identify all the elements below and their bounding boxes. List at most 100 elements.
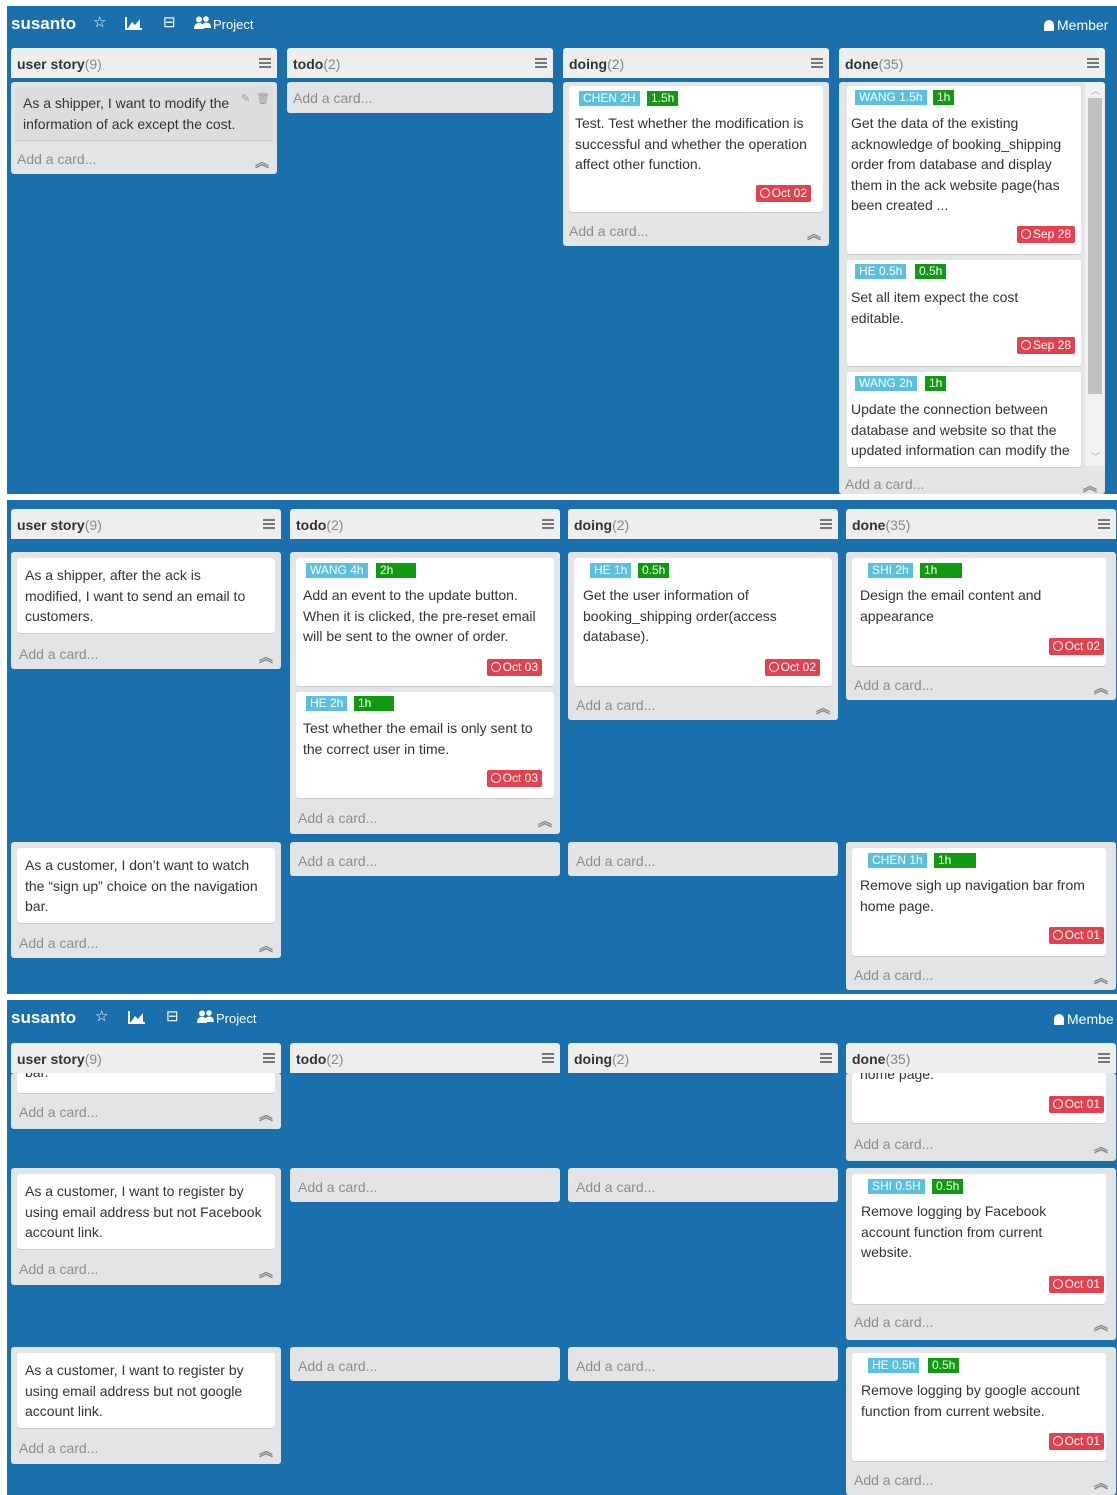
task-card[interactable]: HE 1h 0.5h Get the user information of b…	[574, 558, 832, 686]
add-card-link[interactable]: Add a card...	[19, 1440, 98, 1456]
add-card-link[interactable]: Add a card...	[17, 151, 96, 167]
project-button[interactable]: Project	[216, 1011, 256, 1026]
collapse-icon[interactable]: ︽	[259, 647, 273, 667]
add-card-link[interactable]: Add a card...	[19, 935, 98, 951]
column-menu-icon[interactable]	[535, 58, 547, 68]
board-title[interactable]: susanto	[11, 14, 76, 34]
clock-icon	[1052, 1099, 1063, 1109]
add-card-link[interactable]: Add a card...	[576, 697, 655, 713]
chart-icon[interactable]	[128, 1010, 146, 1028]
add-card-link[interactable]: Add a card...	[845, 476, 924, 492]
board-icon[interactable]: ⊟	[166, 1009, 179, 1025]
task-card[interactable]: WANG 1.5h 1h Get the data of the existin…	[847, 86, 1081, 254]
column-menu-icon[interactable]	[542, 519, 554, 529]
task-card[interactable]: HE 2h 1h Test whether the email is only …	[296, 692, 554, 798]
card-text: Test whether the email is only sent to t…	[303, 720, 533, 757]
project-button[interactable]: Project	[213, 17, 253, 32]
column-menu-icon[interactable]	[263, 519, 275, 529]
column-menu-icon[interactable]	[811, 58, 823, 68]
collapse-icon[interactable]: ︽	[259, 936, 273, 956]
task-card[interactable]: CHEN 2H 1.5h Test. Test whether the modi…	[569, 86, 823, 212]
board-icon[interactable]: ⊟	[163, 15, 176, 31]
collapse-icon[interactable]: ︽	[1094, 968, 1108, 988]
column-menu-icon[interactable]	[820, 519, 832, 529]
due-badge: Oct 01	[1048, 1096, 1104, 1113]
card-list: SHI 2h 1h Design the email content and a…	[846, 552, 1116, 700]
add-card-link[interactable]: Add a card...	[19, 1261, 98, 1277]
collapse-icon[interactable]: ︽	[255, 152, 269, 172]
column-header-user-story: user story(9)	[11, 509, 281, 539]
task-card[interactable]: WANG 4h 2h Add an event to the update bu…	[296, 558, 554, 686]
star-icon[interactable]: ☆	[93, 15, 106, 31]
column-menu-icon[interactable]	[820, 1053, 832, 1063]
story-card[interactable]: As a customer, I want to register by usi…	[17, 1353, 275, 1428]
story-card[interactable]: As a customer, I don’t want to watch the…	[17, 848, 275, 923]
scrollbar[interactable]: ︿ ﹀	[1085, 82, 1105, 466]
collapse-icon[interactable]: ︽	[538, 811, 552, 831]
collapse-icon[interactable]: ︽	[259, 1105, 273, 1125]
add-card-link[interactable]: Add a card...	[298, 1358, 377, 1374]
add-card-link[interactable]: Add a card...	[298, 810, 377, 826]
add-card-link[interactable]: Add a card...	[19, 646, 98, 662]
pencil-icon[interactable]: ✎	[241, 92, 250, 105]
add-card-link[interactable]: Add a card...	[298, 853, 377, 869]
collapse-icon[interactable]: ︽	[1083, 476, 1097, 494]
task-card[interactable]: HE 0.5h 0.5h Set all item expect the cos…	[847, 260, 1081, 366]
add-card-link[interactable]: Add a card...	[576, 1179, 655, 1195]
add-card-link[interactable]: Add a card...	[19, 1104, 98, 1120]
users-icon[interactable]	[194, 16, 212, 33]
task-card[interactable]: CHEN 1h 1h Remove sigh up navigation bar…	[852, 848, 1106, 956]
card-text: Get the data of the existing acknowledge…	[851, 115, 1062, 213]
scroll-down-icon[interactable]: ﹀	[1091, 450, 1100, 463]
column-menu-icon[interactable]	[1087, 58, 1099, 68]
collapse-icon[interactable]: ︽	[259, 1441, 273, 1461]
add-card-link[interactable]: Add a card...	[854, 1314, 933, 1330]
column-header-done: done(35)	[846, 509, 1116, 539]
clock-icon	[1020, 229, 1031, 239]
column-menu-icon[interactable]	[1098, 1053, 1110, 1063]
task-card[interactable]: SHI 2h 1h Design the email content and a…	[852, 558, 1106, 666]
time-badge: 2h	[376, 563, 416, 578]
story-card[interactable]: As a shipper, I want to modify the infor…	[15, 86, 273, 140]
add-card-link[interactable]: Add a card...	[854, 1472, 933, 1488]
add-card-link[interactable]: Add a card...	[854, 967, 933, 983]
scroll-thumb[interactable]	[1088, 98, 1102, 394]
add-card-link[interactable]: Add a card...	[854, 677, 933, 693]
star-icon[interactable]: ☆	[95, 1009, 108, 1025]
task-card[interactable]: WANG 2h 1h Update the connection between…	[847, 372, 1081, 467]
users-icon[interactable]	[197, 1010, 215, 1027]
task-card[interactable]: SHI 0.5H 0.5h Remove logging by Facebook…	[852, 1174, 1106, 1304]
collapse-icon[interactable]: ︽	[1094, 1137, 1108, 1157]
add-card-link[interactable]: Add a card...	[293, 90, 372, 106]
member-button[interactable]: Membe	[1054, 1011, 1114, 1027]
task-card[interactable]: home page. Oct 01	[852, 1073, 1106, 1123]
time-badge: 1h	[925, 376, 947, 391]
collapse-icon[interactable]: ︽	[1094, 1315, 1108, 1335]
collapse-icon[interactable]: ︽	[1094, 1473, 1108, 1493]
trash-icon[interactable]: 🗑	[256, 92, 270, 105]
task-card[interactable]: HE 0.5h 0.5h Remove logging by google ac…	[852, 1353, 1106, 1461]
scroll-up-icon[interactable]: ︿	[1091, 84, 1100, 97]
time-badge: 0.5h	[638, 563, 670, 578]
add-card-link[interactable]: Add a card...	[576, 853, 655, 869]
add-card-link[interactable]: Add a card...	[854, 1136, 933, 1152]
card-list: As a customer, I want to register by usi…	[11, 1347, 281, 1464]
add-card-link[interactable]: Add a card...	[576, 1358, 655, 1374]
story-card[interactable]: As a shipper, after the ack is modified,…	[17, 558, 275, 633]
collapse-icon[interactable]: ︽	[807, 224, 821, 244]
collapse-icon[interactable]: ︽	[1094, 678, 1108, 698]
story-card[interactable]: bar.	[17, 1073, 275, 1093]
assignee-badge: HE 0.5h	[855, 264, 907, 279]
story-card[interactable]: As a customer, I want to register by usi…	[17, 1174, 275, 1249]
add-card-link[interactable]: Add a card...	[569, 223, 648, 239]
column-menu-icon[interactable]	[1098, 519, 1110, 529]
collapse-icon[interactable]: ︽	[816, 698, 830, 718]
add-card-link[interactable]: Add a card...	[298, 1179, 377, 1195]
column-menu-icon[interactable]	[263, 1053, 275, 1063]
collapse-icon[interactable]: ︽	[259, 1262, 273, 1282]
chart-icon[interactable]	[125, 16, 143, 34]
member-button[interactable]: Member	[1044, 17, 1108, 33]
board-title[interactable]: susanto	[11, 1008, 76, 1028]
column-menu-icon[interactable]	[542, 1053, 554, 1063]
column-menu-icon[interactable]	[259, 58, 271, 68]
